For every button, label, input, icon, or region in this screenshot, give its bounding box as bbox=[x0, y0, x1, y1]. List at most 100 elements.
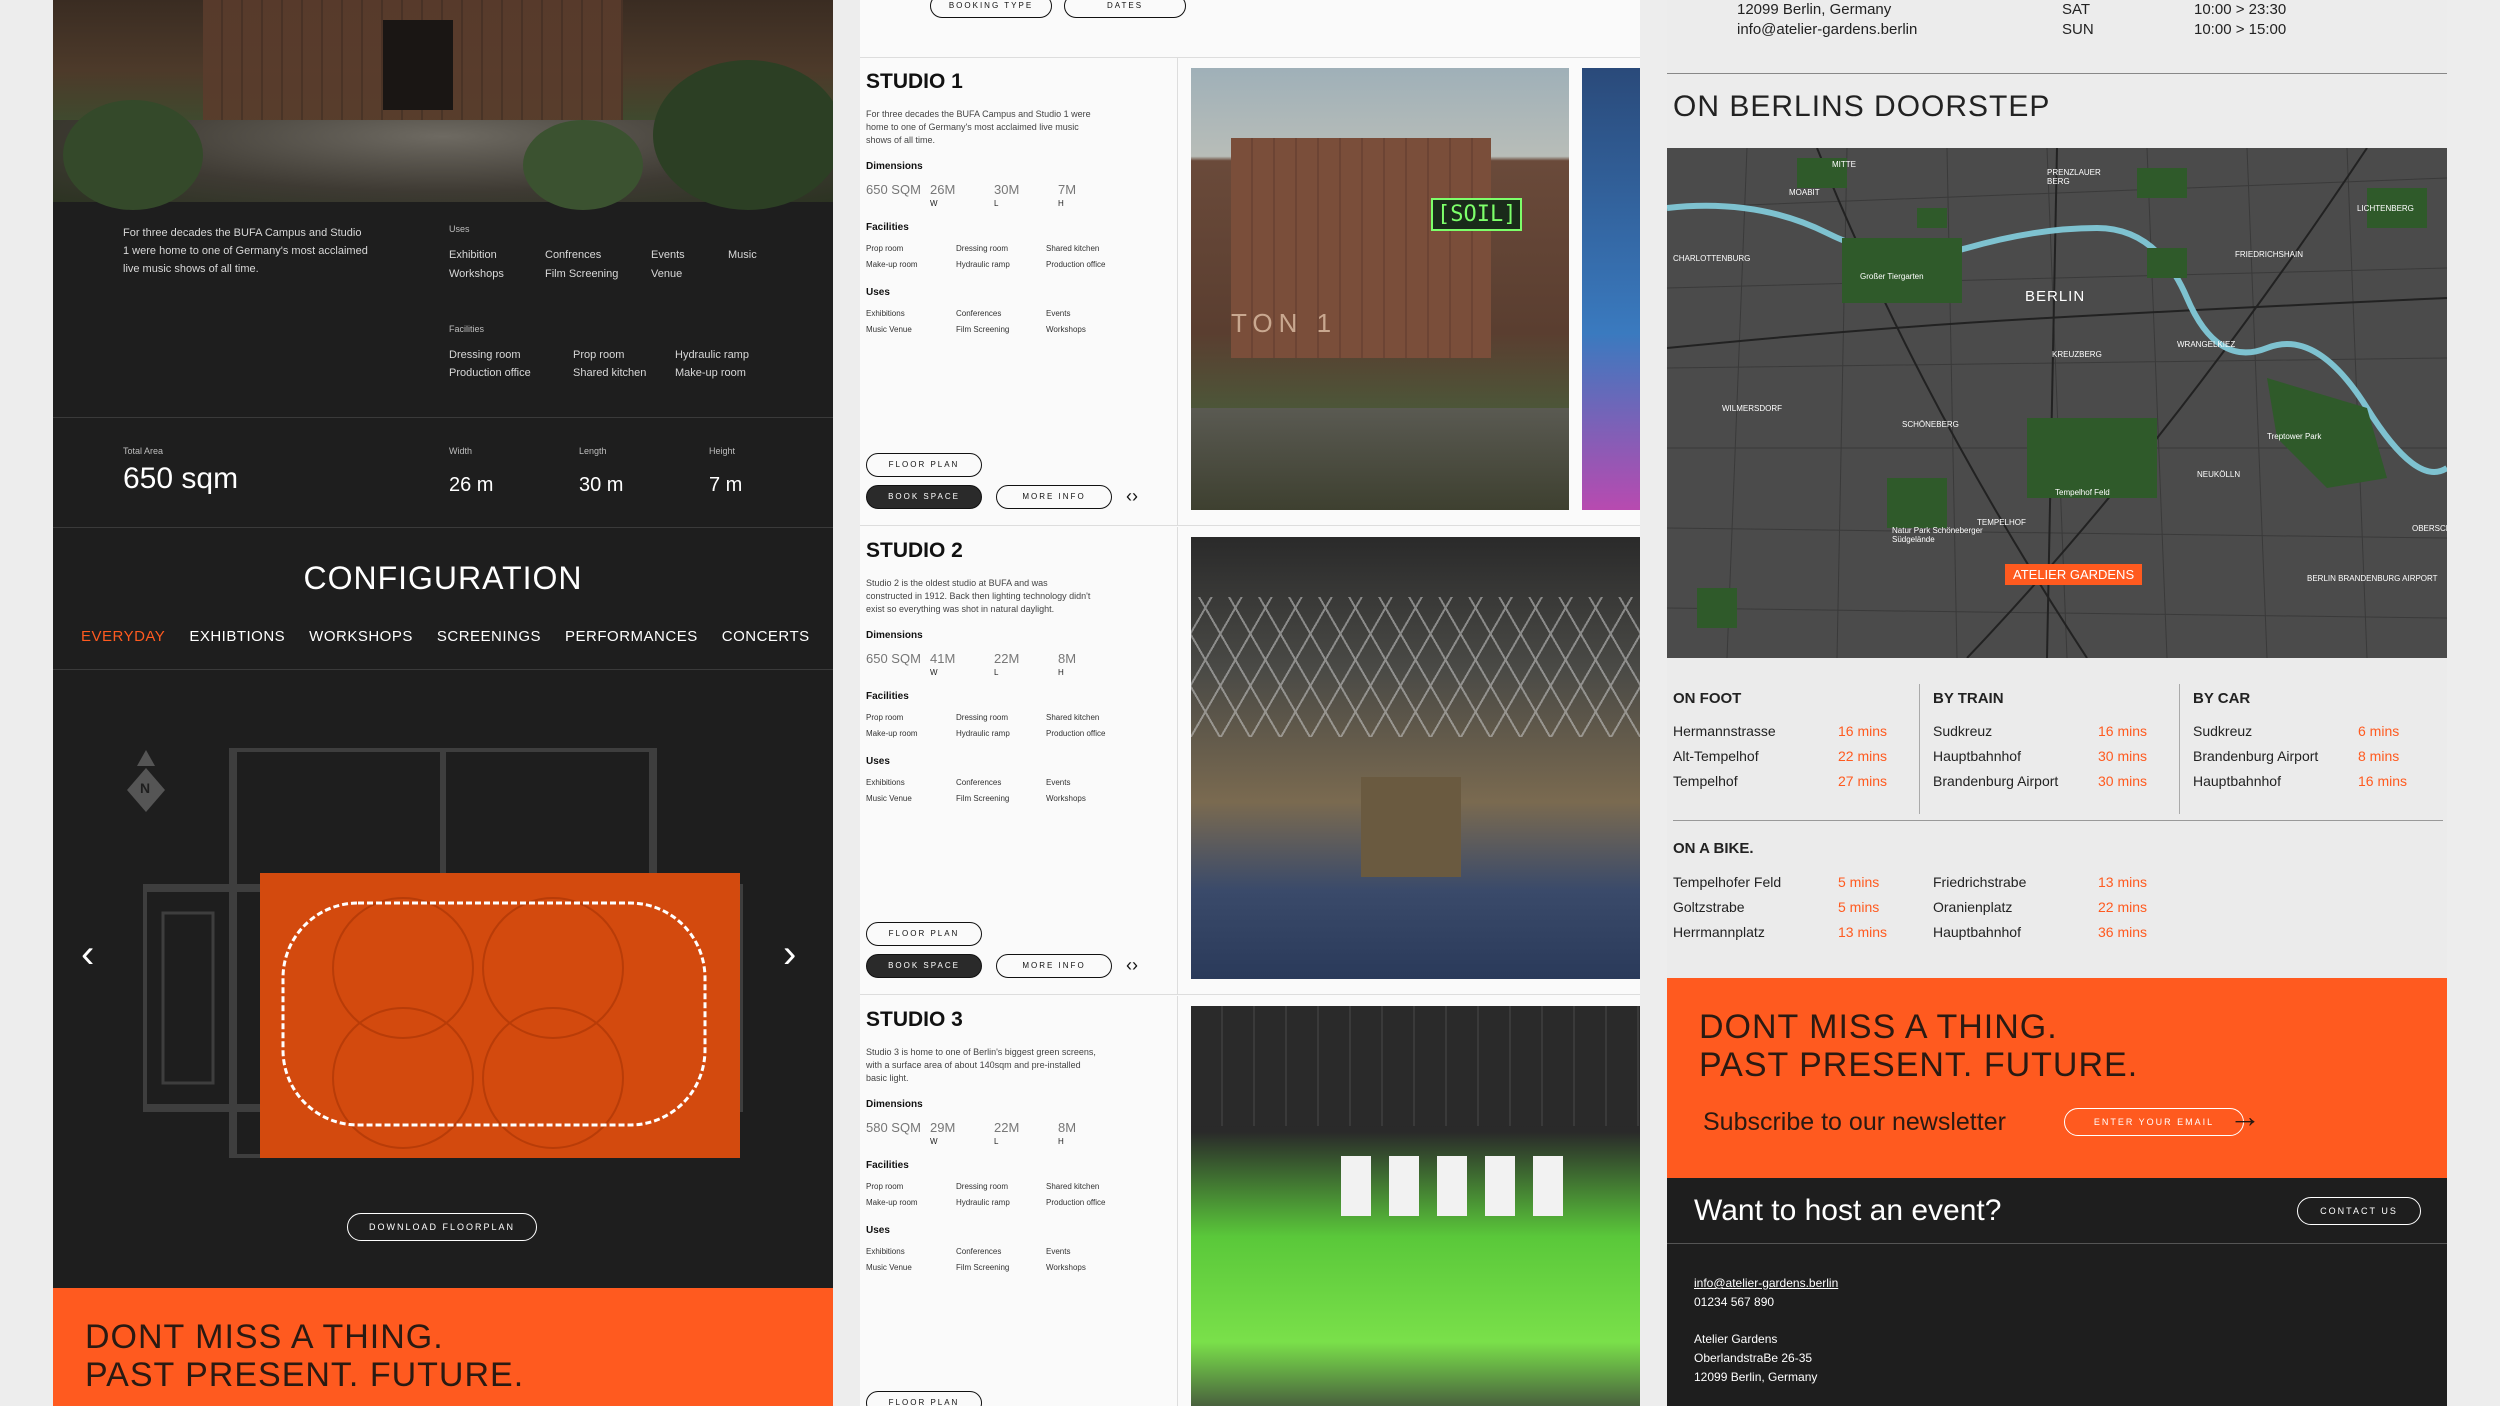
minutes: 27 mins bbox=[1838, 773, 1888, 789]
use-col: Exhibitions Music Venue bbox=[866, 1244, 956, 1276]
use-col: Exhibitions Music Venue bbox=[866, 306, 956, 338]
tab-concerts[interactable]: CONCERTS bbox=[710, 628, 822, 650]
divider bbox=[2179, 684, 2180, 814]
dim-h-label: H bbox=[1058, 1137, 1064, 1146]
use-col: Conferences Film Screening bbox=[956, 1244, 1046, 1276]
tab-screenings[interactable]: SCREENINGS bbox=[425, 628, 553, 650]
contact-us-button[interactable]: CONTACT US bbox=[2297, 1197, 2421, 1225]
newsletter-heading: DONT MISS A THING. PAST PRESENT. FUTURE. bbox=[85, 1318, 524, 1394]
submit-arrow-icon[interactable]: → bbox=[2229, 1098, 2261, 1135]
facility-item: Hydraulic ramp bbox=[956, 260, 1010, 269]
minutes: 16 mins bbox=[2098, 723, 2148, 739]
host-event-text: Want to host an event? bbox=[1694, 1194, 2002, 1227]
dim-w-label: W bbox=[930, 668, 938, 677]
host-event-bar: Want to host an event? CONTACT US bbox=[1667, 1178, 2447, 1244]
use-item: Conferences bbox=[956, 778, 1002, 787]
dim-l-label: L bbox=[994, 668, 999, 677]
studio-dimensions: Total Area 650 sqm Width 26 m Length 30 … bbox=[53, 418, 833, 528]
facility-col: Shared kitchen Production office bbox=[1046, 710, 1136, 742]
email-input[interactable]: ENTER YOUR EMAIL bbox=[2064, 1108, 2244, 1136]
floorplan-drawing bbox=[139, 744, 747, 1162]
divider bbox=[1919, 684, 1920, 814]
facility-item: Prop room bbox=[866, 1182, 904, 1191]
booking-type-filter[interactable]: BOOKING TYPE bbox=[930, 0, 1052, 18]
ton1-lettering: TON 1 bbox=[1231, 308, 1338, 338]
more-info-button[interactable]: MORE INFO bbox=[996, 954, 1112, 978]
studio-3-photo bbox=[1191, 1006, 1640, 1406]
tab-exhibitions[interactable]: EXHIBTIONS bbox=[177, 628, 297, 650]
dim-l-label: L bbox=[994, 199, 999, 208]
studio-card: STUDIO 2 Studio 2 is the oldest studio a… bbox=[860, 527, 1640, 995]
carousel-next-button[interactable]: › bbox=[783, 932, 796, 977]
dim-area: 650 SQM bbox=[866, 182, 921, 197]
dimensions-label: Dimensions bbox=[866, 161, 923, 172]
berlin-map[interactable]: MITTE MOABIT PRENZLAUER BERG LICHTENBERG… bbox=[1667, 148, 2447, 658]
by-train-column: BY TRAIN Sudkreuz 16 mins Hauptbahnhof 30 … bbox=[1933, 690, 2183, 794]
hours-sun: 10:00 > 15:00 bbox=[2194, 21, 2287, 38]
bike-list-a: Tempelhofer Feld 5 mins Goltzstrabe 5 mins… bbox=[1673, 870, 1923, 945]
travel-row: Oranienplatz 22 mins bbox=[1933, 895, 2183, 920]
studio-2-photo bbox=[1191, 537, 1640, 979]
travel-row: Goltzstrabe 5 mins bbox=[1673, 895, 1923, 920]
map-label: MITTE bbox=[1832, 160, 1856, 169]
on-bike-heading: ON A BIKE. bbox=[1673, 840, 1754, 857]
facility-item: Production office bbox=[1046, 1198, 1106, 1207]
uses-label: Uses bbox=[866, 287, 890, 298]
place: Tempelhof bbox=[1673, 773, 1738, 789]
book-space-button[interactable]: BOOK SPACE bbox=[866, 954, 982, 978]
dimensions-values: 650 SQM 26M 30M 7M bbox=[866, 182, 1177, 197]
floor-plan-button[interactable]: FLOOR PLAN bbox=[866, 453, 982, 477]
dimensions-values: 650 SQM 41M 22M 8M bbox=[866, 651, 1177, 666]
dim-w-label: W bbox=[930, 199, 938, 208]
by-train-heading: BY TRAIN bbox=[1933, 690, 2004, 707]
studio-1-photo: [SOIL] TON 1 bbox=[1191, 68, 1569, 510]
configuration-tabs: EVERYDAY EXHIBTIONS WORKSHOPS SCREENINGS… bbox=[53, 628, 833, 670]
tab-everyday[interactable]: EVERYDAY bbox=[69, 628, 177, 650]
height-value: 7 m bbox=[709, 474, 743, 496]
dates-filter[interactable]: DATES bbox=[1064, 0, 1186, 18]
map-label: FRIEDRICHSHAIN bbox=[2235, 250, 2304, 259]
facility-item: Dressing room bbox=[956, 244, 1009, 253]
map-label: MOABIT bbox=[1789, 188, 1820, 197]
book-space-button[interactable]: BOOK SPACE bbox=[866, 485, 982, 509]
atelier-gardens-marker[interactable]: ATELIER GARDENS bbox=[2005, 564, 2143, 585]
map-label: KREUZBERG bbox=[2052, 350, 2102, 359]
dim-height: 8M bbox=[1058, 1120, 1077, 1135]
tab-performances[interactable]: PERFORMANCES bbox=[553, 628, 710, 650]
use-item: Music Venue bbox=[866, 794, 912, 803]
footer-city: 12099 Berlin, Germany bbox=[1694, 1370, 1818, 1384]
minutes: 13 mins bbox=[2098, 874, 2148, 890]
facility-col: Prop room Make-up room bbox=[866, 710, 956, 742]
newsletter-banner: DONT MISS A THING. PAST PRESENT. FUTURE. bbox=[53, 1288, 833, 1406]
length-label: Length bbox=[579, 446, 607, 456]
footer-email-link[interactable]: info@atelier-gardens.berlin bbox=[1694, 1274, 1838, 1293]
hero-shrub bbox=[523, 120, 643, 210]
facilities-label: Facilities bbox=[866, 222, 909, 233]
minutes: 16 mins bbox=[1838, 723, 1888, 739]
address-city: 12099 Berlin, Germany bbox=[1737, 1, 1892, 18]
studio-card: STUDIO 3 Studio 3 is home to one of Berl… bbox=[860, 996, 1640, 1406]
map-label: WRANGELKIEZ bbox=[2177, 340, 2236, 349]
floor-plan-button[interactable]: FLOOR PLAN bbox=[866, 1391, 982, 1406]
opening-hours: 10:00 > 23:30 10:00 > 15:00 bbox=[2194, 0, 2286, 40]
minutes: 30 mins bbox=[2098, 773, 2148, 789]
more-info-button[interactable]: MORE INFO bbox=[996, 485, 1112, 509]
tab-workshops[interactable]: WORKSHOPS bbox=[297, 628, 425, 650]
facility-item: Shared kitchen bbox=[1046, 1182, 1100, 1191]
place: Alt-Tempelhof bbox=[1673, 748, 1759, 764]
newsletter-heading: DONT MISS A THING. PAST PRESENT. FUTURE. bbox=[1699, 1008, 2138, 1084]
expand-arrows-icon[interactable]: ‹› bbox=[1126, 955, 1138, 976]
map-label: Treptower Park bbox=[2267, 432, 2322, 441]
download-floorplan-button[interactable]: DOWNLOAD FLOORPLAN bbox=[347, 1213, 537, 1241]
dim-width: 29M bbox=[930, 1120, 956, 1135]
carousel-prev-button[interactable]: ‹ bbox=[81, 932, 94, 977]
expand-arrows-icon[interactable]: ‹› bbox=[1126, 486, 1138, 507]
studio-card: STUDIO 1 For three decades the BUFA Camp… bbox=[860, 58, 1640, 526]
travel-row: Hauptbahnhof 16 mins bbox=[2193, 769, 2443, 794]
newsletter-section: DONT MISS A THING. PAST PRESENT. FUTURE.… bbox=[1667, 978, 2447, 1178]
contact-email-top[interactable]: info@atelier-gardens.berlin bbox=[1737, 20, 1917, 40]
place: Hermannstrasse bbox=[1673, 723, 1776, 739]
floor-plan-button[interactable]: FLOOR PLAN bbox=[866, 922, 982, 946]
dimensions-units: W L H bbox=[866, 668, 1177, 677]
use-col: Events Workshops bbox=[1046, 306, 1136, 338]
